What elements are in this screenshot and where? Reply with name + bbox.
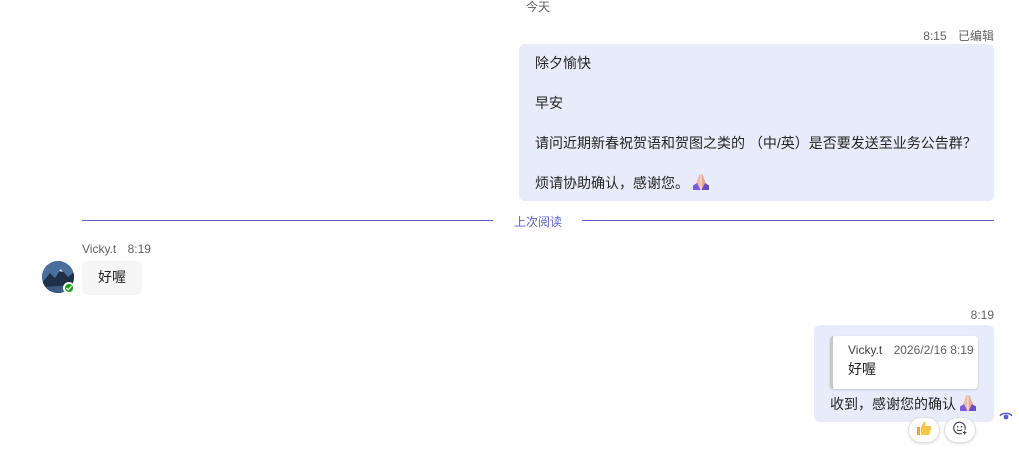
add-reaction-button[interactable] <box>944 417 976 443</box>
day-separator: 今天 <box>526 0 551 14</box>
divider-line <box>82 220 493 221</box>
message-line: 早安 <box>535 95 563 111</box>
message-line: 请问近期新春祝贺语和贺图之类的 （中/英）是否要发送至业务公告群？ <box>535 135 977 151</box>
quoted-text: 好喔 <box>848 361 876 377</box>
thumbs-up-icon <box>915 419 933 442</box>
sender-name: Vicky.t <box>82 242 117 256</box>
seen-eye-icon[interactable] <box>999 409 1013 423</box>
message-time: 8:19 <box>970 308 994 322</box>
quoted-sender: Vicky.t <box>848 343 883 357</box>
divider-line <box>582 220 994 221</box>
incoming-message-meta: Vicky.t 8:19 <box>82 242 151 256</box>
incoming-message-bubble[interactable]: 好喔 <box>82 261 142 295</box>
folded-hands-icon <box>691 173 711 196</box>
quoted-meta: Vicky.t 2026/2/16 8:19 <box>848 343 978 357</box>
my-message-bubble[interactable]: 除夕愉快 早安 请问近期新春祝贺语和贺图之类的 （中/英）是否要发送至业务公告群… <box>519 44 994 201</box>
reply-text: 收到，感谢您的确认 <box>830 396 956 412</box>
message-line: 烦请协助确认，感谢您。 <box>535 175 689 191</box>
quoted-date: 2026/2/16 8:19 <box>893 343 974 357</box>
reply-text-row: 收到，感谢您的确认 <box>830 394 978 417</box>
message-time: 8:19 <box>127 242 151 256</box>
reaction-bar <box>908 417 976 443</box>
avatar[interactable] <box>42 261 75 294</box>
chat-pane: 今天 8:15 已编辑 除夕愉快 早安 请问近期新春祝贺语和贺图之类的 （中/英… <box>0 0 1019 467</box>
like-reaction-button[interactable] <box>908 417 940 443</box>
presence-available-icon <box>63 282 75 294</box>
message-line: 除夕愉快 <box>535 55 591 71</box>
message-time: 8:15 <box>923 29 947 43</box>
my-message-bubble[interactable]: Vicky.t 2026/2/16 8:19 好喔 收到，感谢您的确认 <box>814 325 994 422</box>
message-line-with-emoji: 烦请协助确认，感谢您。 <box>535 173 978 196</box>
quoted-message[interactable]: Vicky.t 2026/2/16 8:19 好喔 <box>830 336 978 389</box>
last-read-divider: 上次阅读 <box>82 211 994 231</box>
message-meta: 8:15 已编辑 <box>923 27 994 44</box>
folded-hands-icon <box>958 394 978 417</box>
last-read-label: 上次阅读 <box>514 215 563 229</box>
emoji-add-icon <box>952 420 968 441</box>
edited-label: 已编辑 <box>957 29 994 43</box>
